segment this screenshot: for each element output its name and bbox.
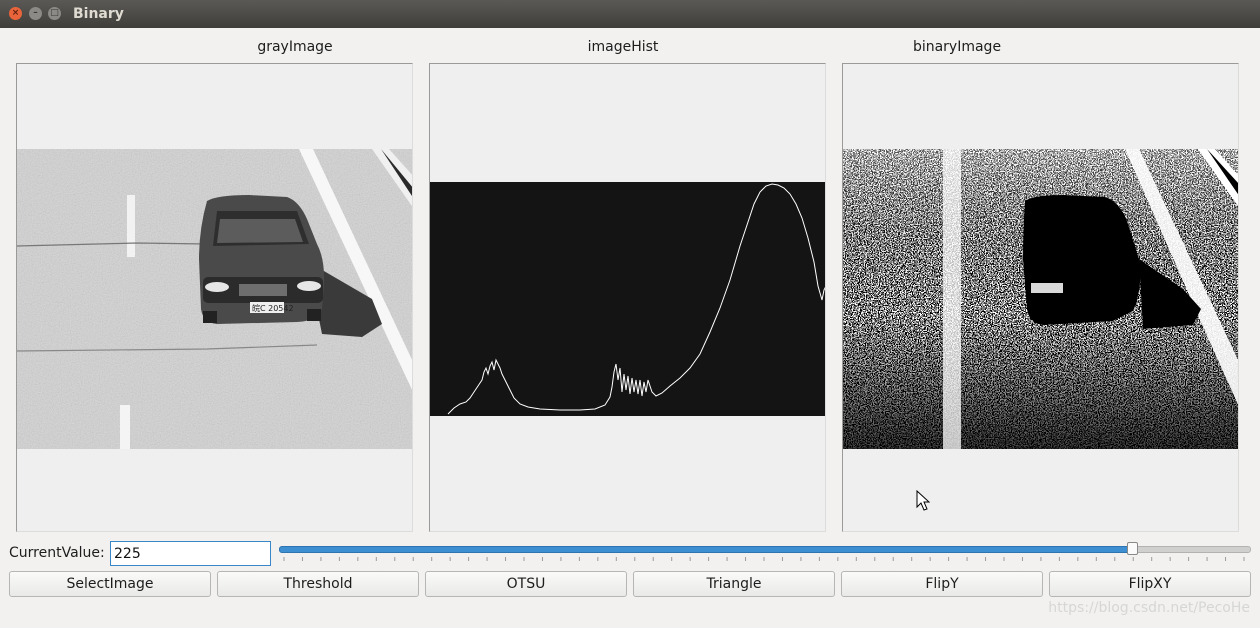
histogram-plot — [430, 182, 825, 416]
slider-fill — [279, 546, 1133, 553]
flip-y-button[interactable]: FlipY — [841, 571, 1043, 597]
image-hist-caption: imageHist — [587, 39, 659, 55]
binary-image-caption: binaryImage — [912, 39, 1002, 55]
minimize-icon[interactable]: – — [29, 7, 42, 20]
flip-xy-button[interactable]: FlipXY — [1049, 571, 1251, 597]
image-hist-panel — [429, 63, 826, 532]
window-title: Binary — [73, 6, 124, 22]
threshold-button[interactable]: Threshold — [217, 571, 419, 597]
gray-image: 皖C 20542 — [17, 149, 412, 449]
slider-ticks — [283, 557, 1245, 561]
binary-image — [843, 149, 1238, 449]
current-value-label: CurrentValue: — [9, 545, 105, 561]
select-image-button[interactable]: SelectImage — [9, 571, 211, 597]
threshold-slider[interactable] — [279, 541, 1251, 567]
triangle-button[interactable]: Triangle — [633, 571, 835, 597]
current-value-input[interactable] — [110, 541, 271, 566]
gray-image-panel: 皖C 20542 — [16, 63, 413, 532]
license-plate-text: 皖C 20542 — [252, 303, 294, 313]
slider-handle[interactable] — [1127, 542, 1138, 555]
otsu-button[interactable]: OTSU — [425, 571, 627, 597]
maximize-icon[interactable]: □ — [48, 7, 61, 20]
mouse-cursor-icon — [916, 490, 930, 511]
title-bar: × – □ Binary — [0, 0, 1260, 28]
watermark: https://blog.csdn.net/PecoHe — [1048, 600, 1250, 616]
binary-image-panel — [842, 63, 1239, 532]
close-icon[interactable]: × — [9, 7, 22, 20]
